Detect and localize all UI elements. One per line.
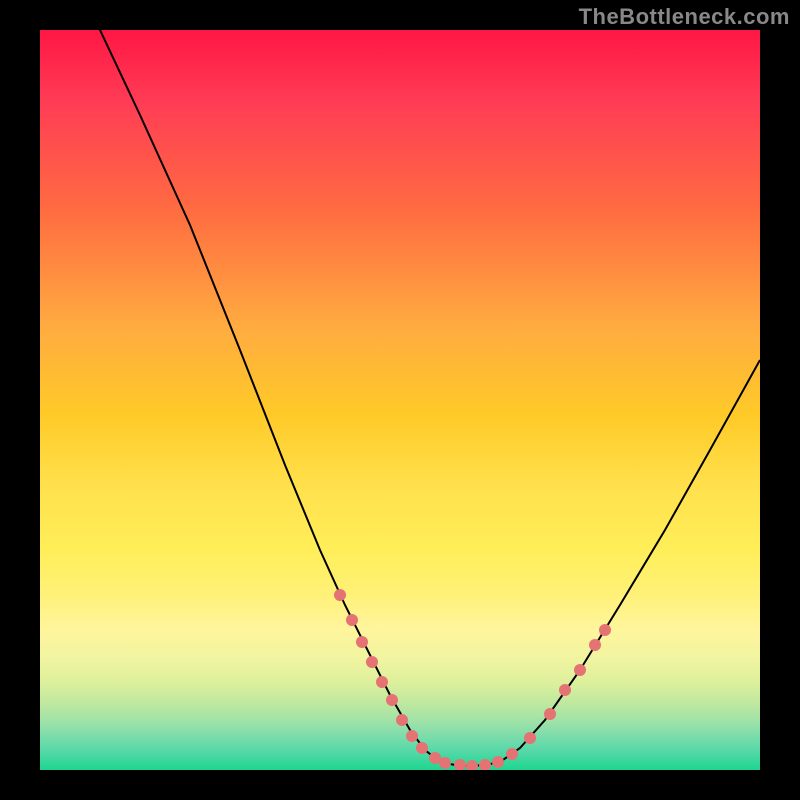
highlight-point [479, 759, 491, 770]
highlight-point [599, 624, 611, 636]
highlight-point [574, 664, 586, 676]
highlight-point [376, 676, 388, 688]
highlight-point [334, 589, 346, 601]
highlight-point [386, 694, 398, 706]
curve-markers [334, 589, 611, 770]
watermark: TheBottleneck.com [579, 4, 790, 30]
highlight-point [439, 757, 451, 769]
highlight-point [346, 614, 358, 626]
highlight-point [559, 684, 571, 696]
chart-svg [40, 30, 760, 770]
highlight-point [356, 636, 368, 648]
highlight-point [396, 714, 408, 726]
plot-area [40, 30, 760, 770]
highlight-point [406, 730, 418, 742]
highlight-point [466, 760, 478, 770]
highlight-point [506, 748, 518, 760]
highlight-point [544, 708, 556, 720]
highlight-point [524, 732, 536, 744]
highlight-point [416, 742, 428, 754]
highlight-point [492, 756, 504, 768]
highlight-point [589, 639, 601, 651]
bottleneck-curve [100, 30, 760, 766]
curve-line [100, 30, 760, 766]
highlight-point [454, 759, 466, 770]
highlight-point [366, 656, 378, 668]
